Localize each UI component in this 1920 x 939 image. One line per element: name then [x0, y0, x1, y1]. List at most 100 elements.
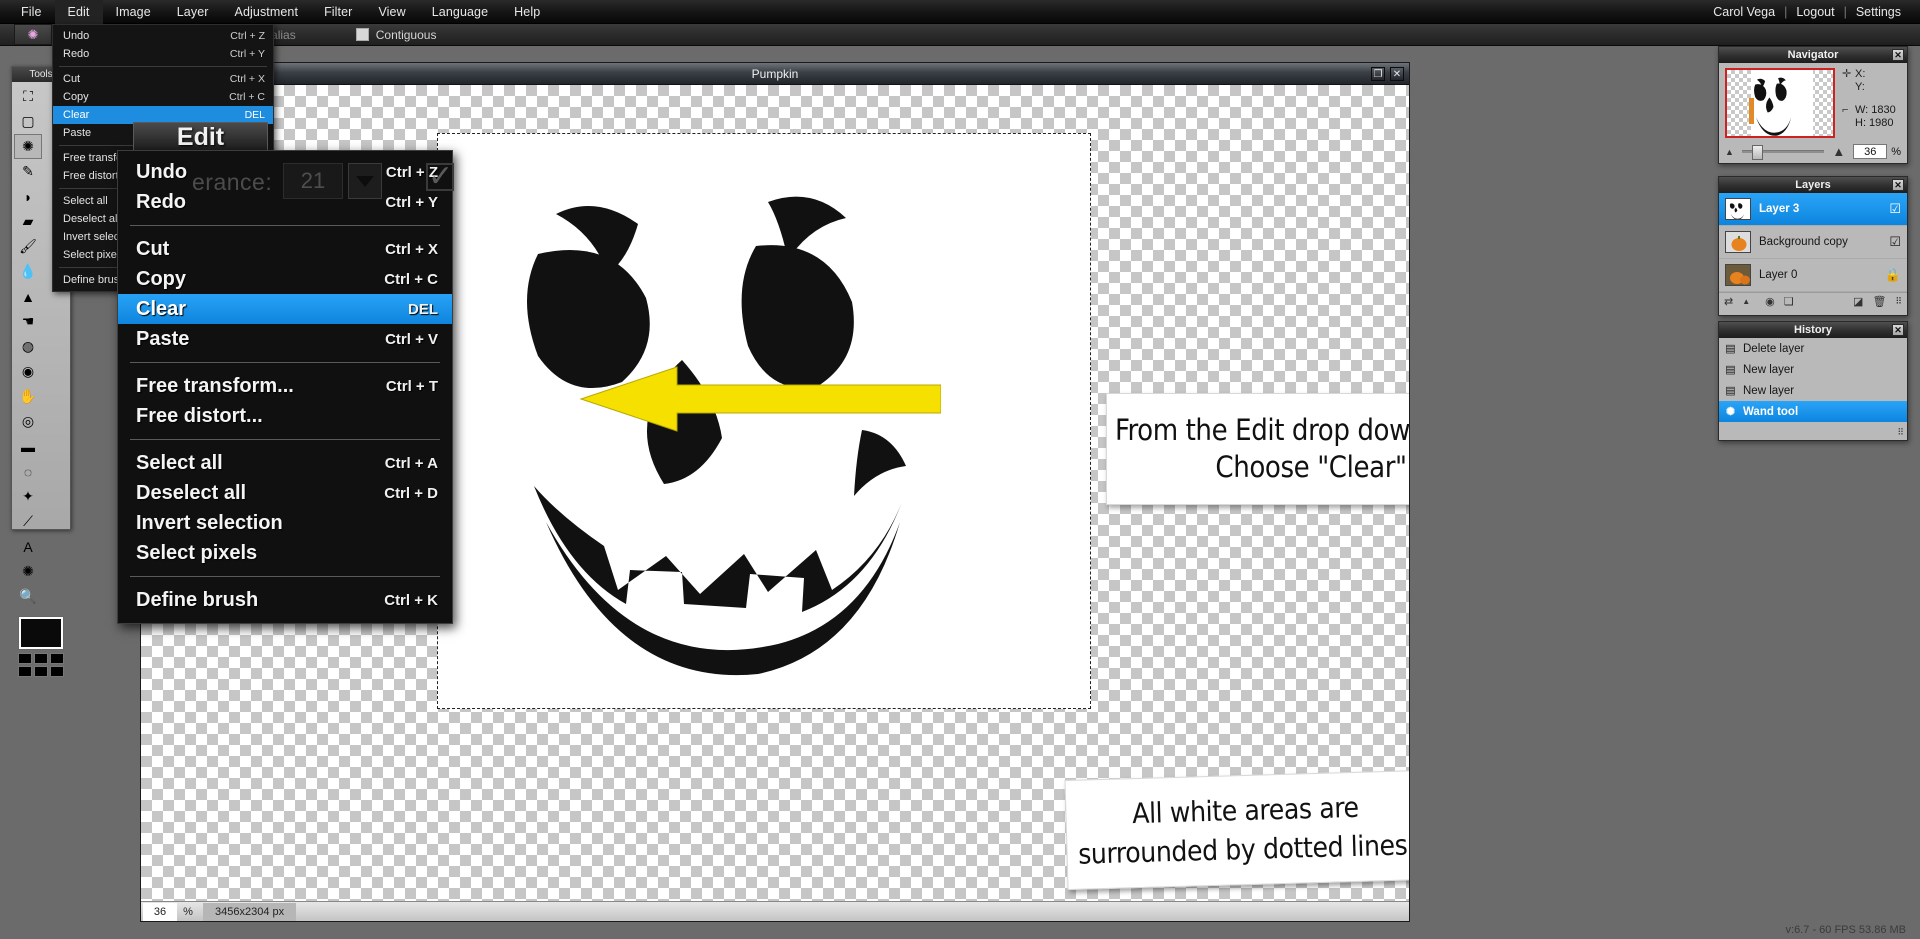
- magnified-menu-item-shortcut: DEL: [408, 300, 438, 318]
- merge-down-icon[interactable]: ◪: [1853, 295, 1863, 308]
- pill-tool[interactable]: ▬: [14, 434, 42, 459]
- hand-icon: ✺: [22, 563, 34, 579]
- menu-image[interactable]: Image: [103, 0, 164, 24]
- edit-menu-item-undo[interactable]: Undo Ctrl + Z: [53, 27, 273, 45]
- ghost-tolerance-value: 21: [283, 163, 343, 199]
- edit-menu-item-redo[interactable]: Redo Ctrl + Y: [53, 45, 273, 63]
- bloat-tool[interactable]: ◌: [14, 459, 42, 484]
- marquee-select-tool[interactable]: ▢: [14, 109, 42, 134]
- edit-menu-item-cut[interactable]: Cut Ctrl + X: [53, 70, 273, 88]
- history-row[interactable]: ▤ Delete layer: [1719, 338, 1907, 359]
- zoom-in-icon[interactable]: ▲: [1832, 144, 1845, 159]
- palette-swatch[interactable]: [34, 653, 48, 664]
- eraser-tool[interactable]: ◗: [14, 184, 42, 209]
- red-eye-tool[interactable]: ◎: [14, 409, 42, 434]
- palette-swatch[interactable]: [18, 666, 32, 677]
- history-row[interactable]: ✺ Wand tool: [1719, 401, 1907, 422]
- menu-adjustment[interactable]: Adjustment: [222, 0, 312, 24]
- layer-row[interactable]: Background copy ☑: [1719, 226, 1907, 259]
- navigator-zoom-slider[interactable]: [1741, 145, 1825, 160]
- magnified-edit-menu[interactable]: erance: 21 ✓ Undo Ctrl + Z Redo Ctrl + Y Cut…: [117, 150, 454, 624]
- smudge-tool[interactable]: ☚: [14, 309, 42, 334]
- color-palette[interactable]: [18, 653, 64, 677]
- contiguous-checkbox[interactable]: Contiguous: [355, 28, 436, 42]
- edit-menu-item-copy[interactable]: Copy Ctrl + C: [53, 88, 273, 106]
- hand-tool[interactable]: ✺: [14, 559, 42, 584]
- logout-link[interactable]: Logout: [1789, 5, 1841, 19]
- delete-layer-icon[interactable]: 🗑: [1872, 295, 1886, 308]
- history-doc-icon: ▤: [1725, 385, 1736, 397]
- menu-filter[interactable]: Filter: [311, 0, 365, 24]
- magic-wand-tool[interactable]: ✺: [14, 134, 42, 159]
- blur-tool[interactable]: 💧: [14, 259, 42, 284]
- history-row[interactable]: ▤ New layer: [1719, 359, 1907, 380]
- paint-bucket-tool[interactable]: 🖌: [14, 234, 42, 259]
- menu-layer[interactable]: Layer: [164, 0, 222, 24]
- navigator-zoom-value[interactable]: 36: [1853, 144, 1888, 159]
- layer-row[interactable]: Layer 3 ☑: [1719, 193, 1907, 226]
- pinch-tool[interactable]: ✦: [14, 484, 42, 509]
- burn-tool[interactable]: ✋: [14, 384, 42, 409]
- resize-grip-icon[interactable]: ⠿: [1895, 296, 1902, 307]
- menu-help[interactable]: Help: [501, 0, 553, 24]
- image-window-titlebar[interactable]: Pumpkin ❐ ✕: [141, 63, 1409, 85]
- zoom-out-icon[interactable]: ▲: [1725, 147, 1734, 157]
- magnified-edit-menu-item-clear[interactable]: Clear DEL: [118, 294, 452, 324]
- magnified-menu-item-label: Invert selection: [136, 511, 283, 534]
- layer-row[interactable]: Layer 0 🔒: [1719, 259, 1907, 292]
- dodge-tool[interactable]: ◉: [14, 359, 42, 384]
- layer-thumbnail: [1725, 264, 1751, 286]
- menu-edit[interactable]: Edit: [54, 0, 103, 24]
- history-row[interactable]: ▤ New layer: [1719, 380, 1907, 401]
- status-zoom-value[interactable]: 36: [143, 902, 177, 921]
- palette-swatch[interactable]: [50, 666, 64, 677]
- eyedropper-tool[interactable]: ⟋: [14, 509, 42, 534]
- magnified-edit-menu-item-select-pixels[interactable]: Select pixels: [118, 538, 452, 568]
- magnified-edit-menu-item-free-transform[interactable]: Free transform... Ctrl + T: [118, 371, 452, 401]
- restore-icon[interactable]: ❐: [1371, 67, 1385, 81]
- resize-grip-icon[interactable]: ⠿: [1897, 427, 1904, 438]
- sponge-tool[interactable]: ◍: [14, 334, 42, 359]
- contiguous-checkbox-box[interactable]: [355, 28, 369, 41]
- settings-link[interactable]: Settings: [1849, 5, 1908, 19]
- magnified-edit-menu-item-cut[interactable]: Cut Ctrl + X: [118, 234, 452, 264]
- mask-icon[interactable]: ◉: [1765, 295, 1775, 308]
- visibility-checkbox[interactable]: ☑: [1889, 201, 1901, 217]
- magnified-edit-menu-item-free-distort[interactable]: Free distort...: [118, 401, 452, 431]
- sharpen-tool[interactable]: ▲: [14, 284, 42, 309]
- callout2-line2: surrounded by dotted lines.: [1077, 828, 1409, 871]
- close-icon[interactable]: ✕: [1892, 49, 1904, 61]
- type-tool[interactable]: A: [14, 534, 42, 559]
- menu-language[interactable]: Language: [419, 0, 501, 24]
- expand-arrow-icon[interactable]: ▲: [1742, 297, 1750, 306]
- magnified-edit-menu-item-invert-selection[interactable]: Invert selection: [118, 508, 452, 538]
- magnified-edit-menu-item-select-all[interactable]: Select all Ctrl + A: [118, 448, 452, 478]
- menu-file[interactable]: File: [8, 0, 55, 24]
- gradient-tool[interactable]: ▰: [14, 209, 42, 234]
- new-layer-icon[interactable]: ❏: [1784, 295, 1794, 308]
- foreground-color-swatch[interactable]: [18, 616, 64, 650]
- smudge-icon: ☚: [21, 313, 35, 329]
- close-icon[interactable]: ✕: [1892, 179, 1904, 191]
- visibility-checkbox[interactable]: ☑: [1889, 234, 1901, 250]
- magnified-edit-menu-item-paste[interactable]: Paste Ctrl + V: [118, 324, 452, 354]
- blend-mode-icon[interactable]: ⇄: [1724, 295, 1733, 308]
- close-icon[interactable]: ✕: [1892, 324, 1904, 336]
- navigator-info: ✛ X: Y: ⌐ W: 1830 H: 1980: [1842, 68, 1896, 138]
- pencil-tool[interactable]: ✎: [14, 159, 42, 184]
- magnified-edit-menu-item-deselect-all[interactable]: Deselect all Ctrl + D: [118, 478, 452, 508]
- lock-icon[interactable]: 🔒: [1885, 267, 1901, 283]
- zoom-tool[interactable]: 🔍: [14, 584, 42, 609]
- menu-view[interactable]: View: [365, 0, 418, 24]
- palette-swatch[interactable]: [50, 653, 64, 664]
- navigator-thumbnail[interactable]: [1725, 68, 1835, 138]
- navigator-panel: Navigator ✕ ✛ X: Y: ⌐ W: 1830 H: 1980 ▲ ▲ 36%: [1718, 46, 1908, 164]
- crop-tool[interactable]: ⛶: [14, 84, 42, 109]
- close-icon[interactable]: ✕: [1390, 67, 1404, 81]
- magnified-edit-menu-item-define-brush[interactable]: Define brush Ctrl + K: [118, 585, 452, 615]
- palette-swatch[interactable]: [34, 666, 48, 677]
- magnified-edit-menu-item-copy[interactable]: Copy Ctrl + C: [118, 264, 452, 294]
- palette-swatch[interactable]: [18, 653, 32, 664]
- navigator-zoom-slider-handle[interactable]: [1751, 145, 1763, 160]
- ghost-chevron-down-icon: [348, 163, 382, 199]
